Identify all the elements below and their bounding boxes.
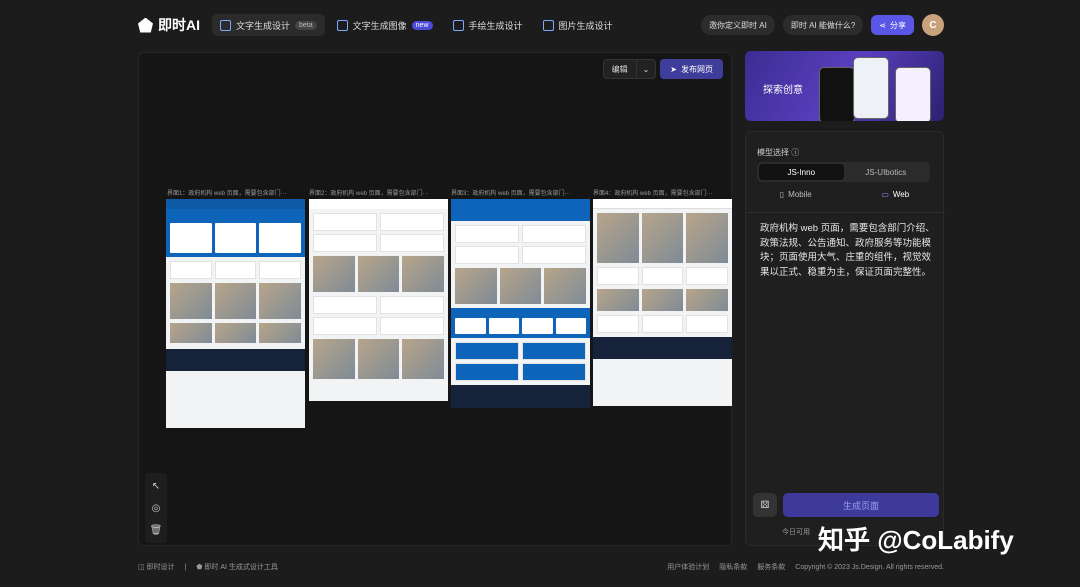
tab-label: 文字生成图像: [352, 20, 407, 31]
mobile-icon: ▯: [779, 190, 785, 199]
publish-button[interactable]: ➤ 发布网页: [660, 59, 723, 79]
page-titles: 界面1：政府机构 web 页面，需要包含部门··· 界面2：政府机构 web 页面…: [167, 188, 733, 199]
page-title: 界面4：政府机构 web 页面，需要包含部门···: [593, 191, 713, 197]
footer: ◫ 即时设计 | ⬟ 即时 AI 生成式设计工具 用户体验计划 隐私条款 服务条…: [138, 562, 944, 572]
about-button[interactable]: 即时 AI 能做什么?: [782, 15, 864, 35]
edit-button[interactable]: 编辑 ⌄: [602, 59, 657, 79]
nav-tabs: 文字生成设计 beta 文字生成图像 new 手绘生成设计 图片生成设计: [212, 14, 621, 36]
footer-link[interactable]: 用户体验计划: [667, 562, 709, 572]
logo-text: 即时AI: [158, 17, 200, 33]
chevron-down-icon[interactable]: ⌄: [635, 60, 656, 78]
canvas-toolbar: 编辑 ⌄ ➤ 发布网页: [602, 59, 723, 79]
tab-label: 文字生成设计: [236, 20, 291, 31]
platform-label: Web: [892, 190, 910, 199]
explore-label: 探索创意: [763, 85, 803, 96]
tab-label: 手绘生成设计: [468, 20, 523, 31]
invite-button[interactable]: 邀你定义即时 AI: [701, 15, 775, 35]
generate-button[interactable]: 生成页面: [783, 493, 939, 517]
design-page-2[interactable]: [309, 199, 448, 401]
model-switch: JS-Inno JS-UIbotics: [757, 162, 930, 182]
trash-icon[interactable]: 🗑: [145, 520, 167, 540]
monitor-icon: ▭: [881, 190, 889, 199]
text-icon: [220, 19, 231, 31]
target-icon[interactable]: ◎: [145, 498, 167, 518]
explore-banner[interactable]: 探索创意: [745, 51, 944, 121]
settings-panel: 模型选择 ⓘ JS-Inno JS-UIbotics ▯ Mobile ▭ We…: [745, 131, 945, 546]
copyright: Copyright © 2023 Js.Design. All rights r…: [795, 563, 944, 571]
tab-text-to-design[interactable]: 文字生成设计 beta: [212, 14, 325, 36]
dice-icon[interactable]: ⚄: [753, 493, 777, 517]
page-title: 界面3：政府机构 web 页面，需要包含部门···: [451, 191, 571, 197]
divider: [746, 212, 945, 213]
footer-brand-2[interactable]: ⬟ 即时 AI 生成式设计工具: [196, 562, 278, 572]
publish-label: 发布网页: [681, 64, 713, 74]
logo[interactable]: 即时AI: [138, 15, 200, 35]
page-title: 界面2：政府机构 web 页面，需要包含部门···: [309, 191, 429, 197]
image-chart-icon: [336, 19, 348, 31]
tab-label: 图片生成设计: [558, 20, 613, 31]
design-page-4[interactable]: [593, 199, 732, 406]
footer-separator: |: [184, 563, 187, 571]
quota-text: 今日可用: [782, 529, 810, 536]
share-label: 分享: [890, 20, 906, 30]
tab-text-to-image[interactable]: 文字生成图像 new: [329, 14, 441, 36]
send-icon: ➤: [670, 64, 677, 74]
watermark: 知乎 @CoLabify: [818, 525, 1014, 555]
footer-brand-1[interactable]: ◫ 即时设计: [138, 562, 175, 572]
tab-sketch-to-design[interactable]: 手绘生成设计: [445, 14, 531, 36]
phone-mockup: [853, 57, 889, 119]
phone-mockup: [819, 67, 855, 121]
model-js-uibotics[interactable]: JS-UIbotics: [844, 164, 929, 180]
header: 即时AI 文字生成设计 beta 文字生成图像 new 手绘生成设计 图片生成设…: [0, 0, 1080, 50]
share-icon: ⋖: [879, 20, 886, 30]
platform-mobile[interactable]: ▯ Mobile: [746, 190, 846, 199]
design-canvas[interactable]: 编辑 ⌄ ➤ 发布网页 界面1：政府机构 web 页面，需要包含部门··· 界面2…: [138, 52, 732, 546]
platform-label: Mobile: [788, 190, 812, 199]
design-page-3[interactable]: [451, 199, 590, 408]
footer-link[interactable]: 服务条款: [757, 562, 785, 572]
crop-icon: [542, 19, 554, 31]
page-title: 界面1：政府机构 web 页面，需要包含部门···: [167, 191, 287, 197]
new-badge: new: [411, 20, 433, 30]
logo-icon: [138, 17, 153, 33]
model-js-inno[interactable]: JS-Inno: [759, 164, 844, 180]
canvas-tools: ↖ ◎ 🗑: [145, 473, 167, 543]
help-icon[interactable]: ⓘ: [791, 148, 799, 157]
phone-mockup: [895, 67, 931, 121]
design-page-1[interactable]: [166, 199, 305, 428]
model-label: 模型选择 ⓘ: [757, 148, 800, 157]
tab-image-to-design[interactable]: 图片生成设计: [535, 14, 621, 36]
footer-link[interactable]: 隐私条款: [719, 562, 747, 572]
prompt-textarea[interactable]: 政府机构 web 页面，需要包含部门介绍、政策法规、公告通知、政府服务等功能模块…: [760, 222, 936, 280]
cursor-icon[interactable]: ↖: [145, 476, 167, 496]
header-actions: 邀你定义即时 AI 即时 AI 能做什么? ⋖ 分享 C: [701, 14, 944, 36]
platform-switch: ▯ Mobile ▭ Web: [746, 190, 945, 199]
share-button[interactable]: ⋖ 分享: [871, 15, 914, 35]
avatar[interactable]: C: [922, 14, 944, 36]
pen-icon: [452, 19, 464, 31]
generate-area: ⚄ 生成页面: [753, 493, 939, 517]
beta-badge: beta: [295, 20, 317, 30]
platform-web[interactable]: ▭ Web: [846, 190, 946, 199]
edit-label: 编辑: [611, 64, 628, 74]
